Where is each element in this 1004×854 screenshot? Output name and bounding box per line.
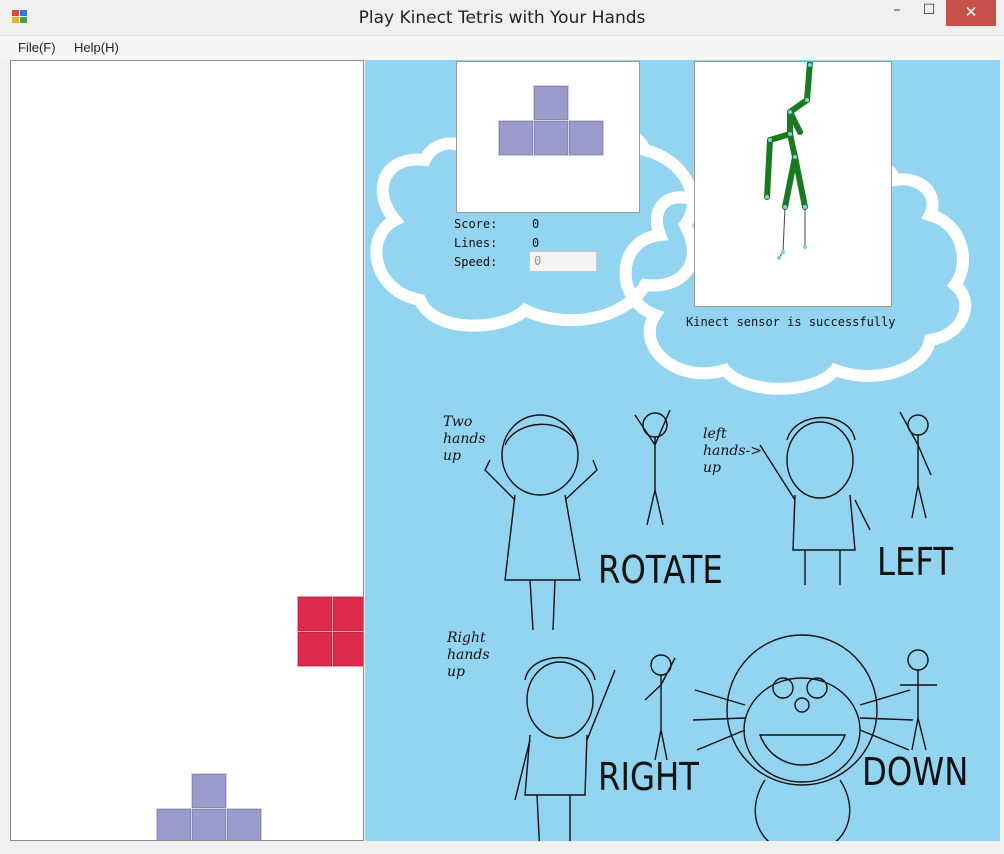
falling-piece-block: [297, 596, 333, 632]
landed-block: [191, 773, 227, 809]
score-value: 0: [532, 217, 540, 231]
next-piece-preview: [456, 61, 640, 213]
left-hint: left hands-> up: [703, 426, 762, 477]
score-label: Score:: [454, 217, 498, 231]
preview-block: [533, 85, 569, 121]
close-button[interactable]: ✕: [946, 0, 996, 26]
left-hint-line: up: [703, 460, 721, 476]
menu-help[interactable]: Help(H): [74, 40, 119, 55]
girl-head: [501, 414, 579, 496]
left-hint-line: hands->: [703, 443, 762, 459]
skeleton-figure: [764, 60, 813, 260]
right-hint-line: hands: [447, 647, 490, 663]
falling-piece-block: [297, 631, 333, 667]
minimize-icon: –: [893, 2, 901, 18]
close-icon: ✕: [964, 3, 978, 21]
kinect-skeleton-view: [694, 60, 892, 307]
preview-block: [568, 120, 604, 156]
title-bar: Play Kinect Tetris with Your Hands – ☐ ✕: [0, 0, 1004, 36]
left-hint-line: left: [703, 426, 727, 442]
minimize-button[interactable]: –: [882, 0, 912, 26]
rotate-hint-line: up: [443, 448, 461, 464]
left-label: LEFT: [877, 540, 954, 584]
speed-label: Speed:: [454, 255, 498, 269]
preview-block: [498, 120, 534, 156]
menu-file[interactable]: File(F): [18, 40, 56, 55]
lines-label: Lines:: [454, 236, 498, 250]
kinect-status: Kinect sensor is successfully: [686, 315, 896, 329]
chevron-down-icon: ⌄: [534, 253, 542, 267]
window-title: Play Kinect Tetris with Your Hands: [358, 8, 646, 28]
maximize-button[interactable]: ☐: [914, 0, 944, 26]
speed-select[interactable]: 0 ⌄: [529, 251, 597, 272]
preview-block: [533, 120, 569, 156]
info-panel: Score: 0 Lines: 0 Speed: 0 ⌄ Kinect sens…: [365, 60, 1000, 841]
falling-piece-block: [332, 631, 363, 667]
rotate-hint: Two hands up: [443, 414, 486, 465]
right-hint-line: up: [447, 664, 465, 680]
lines-value: 0: [532, 236, 540, 250]
down-label: DOWN: [862, 750, 969, 794]
rotate-hint-line: Two: [443, 414, 473, 430]
landed-block: [226, 808, 262, 840]
right-label: RIGHT: [598, 755, 700, 799]
game-board[interactable]: [10, 60, 364, 841]
maximize-icon: ☐: [922, 2, 936, 18]
right-hint-line: Right: [447, 630, 486, 646]
right-hint: Right hands up: [447, 630, 490, 681]
falling-piece-block: [332, 596, 363, 632]
landed-block: [156, 808, 192, 840]
rotate-hint-line: hands: [443, 431, 486, 447]
rotate-label: ROTATE: [598, 548, 723, 592]
menu-bar: File(F) Help(H): [0, 36, 1004, 60]
landed-block: [191, 808, 227, 840]
